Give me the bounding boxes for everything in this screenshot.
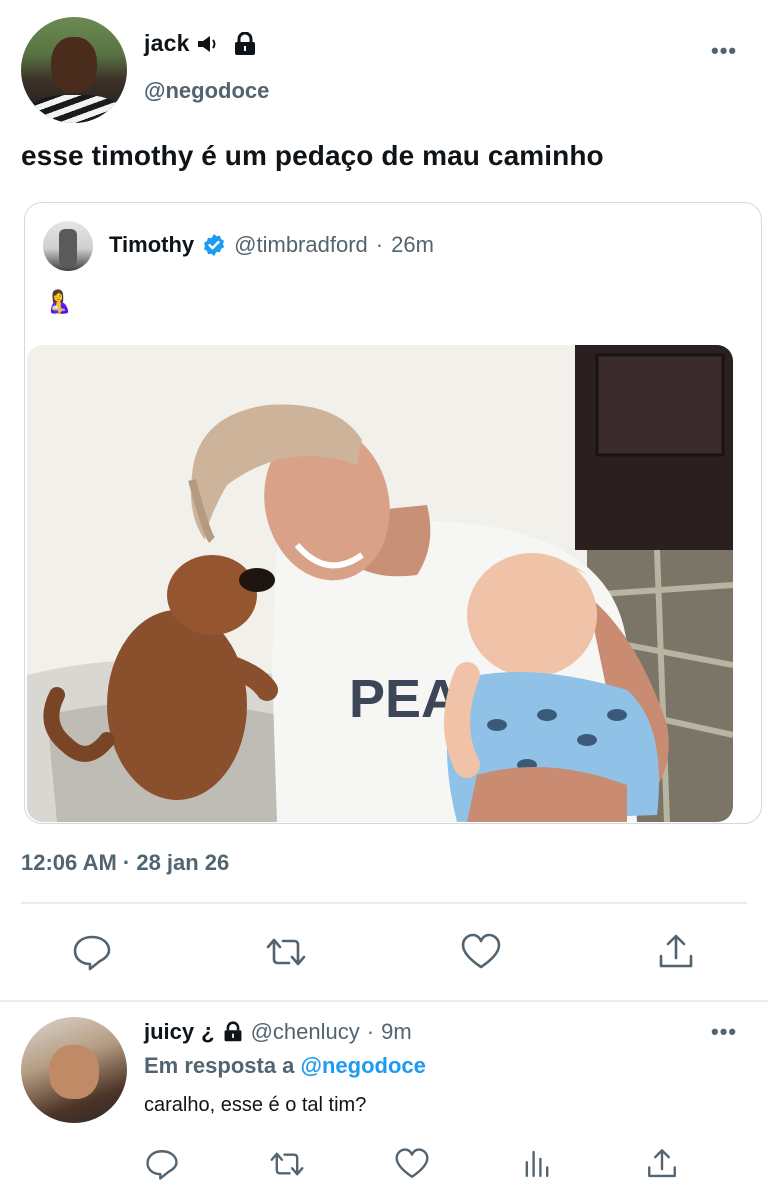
author-handle[interactable]: @negodoce xyxy=(144,78,269,104)
like-icon[interactable] xyxy=(461,932,501,972)
author-display-name[interactable]: jack xyxy=(144,30,190,57)
reply-handle[interactable]: @chenlucy xyxy=(251,1019,360,1045)
share-icon[interactable] xyxy=(645,1147,679,1181)
more-options-icon[interactable]: ••• xyxy=(711,1019,737,1045)
quoted-age: 26m xyxy=(391,232,434,257)
in-reply-to: Em resposta a @negodoce xyxy=(144,1053,426,1079)
reply-age: 9m xyxy=(381,1019,412,1044)
reply-display-name[interactable]: juicy xyxy=(144,1019,194,1045)
tweet-timestamp[interactable]: 12:06 AM · 28 jan 26 xyxy=(21,850,229,876)
lock-icon xyxy=(224,1021,242,1042)
author-avatar[interactable] xyxy=(21,17,127,123)
quoted-display-name[interactable]: Timothy xyxy=(109,232,194,258)
verified-badge-icon xyxy=(204,234,225,256)
reply-author-avatar[interactable] xyxy=(21,1017,127,1123)
reply-section-divider xyxy=(0,1000,768,1002)
speaker-icon xyxy=(197,35,216,52)
tweet-detail-page: jack @negodoce ••• esse timothy é um ped… xyxy=(0,0,768,1199)
tweet-text: esse timothy é um pedaço de mau caminho xyxy=(21,140,604,171)
author-name-row[interactable]: jack xyxy=(144,30,258,57)
meta-separator: · xyxy=(366,1019,375,1044)
lock-icon xyxy=(234,31,255,55)
quoted-tweet-text: 🤱 xyxy=(45,289,73,314)
retweet-icon[interactable] xyxy=(270,1147,304,1181)
quoted-author-avatar[interactable] xyxy=(43,221,93,271)
analytics-icon[interactable] xyxy=(520,1147,554,1181)
in-reply-prefix: Em resposta a xyxy=(144,1053,295,1078)
svg-text:PEA: PEA xyxy=(349,669,460,729)
reply-text: caralho, esse é o tal tim? xyxy=(144,1094,367,1116)
quoted-handle[interactable]: @timbradford xyxy=(234,232,368,258)
retweet-icon[interactable] xyxy=(266,932,306,972)
share-icon[interactable] xyxy=(656,932,696,972)
quoted-photo[interactable]: PEA xyxy=(27,345,733,822)
like-icon[interactable] xyxy=(395,1147,429,1181)
quoted-author-row: Timothy @timbradford · 26m xyxy=(109,232,434,258)
more-options-icon[interactable]: ••• xyxy=(711,38,737,64)
actions-top-divider xyxy=(21,902,747,904)
reply-author-row: juicy ¿ @chenlucy · 9m xyxy=(144,1019,412,1045)
reply-icon[interactable] xyxy=(145,1147,179,1181)
in-reply-mention[interactable]: @negodoce xyxy=(301,1053,426,1078)
reply-icon[interactable] xyxy=(72,932,112,972)
meta-separator: · xyxy=(375,232,384,257)
quoted-tweet-card[interactable]: Timothy @timbradford · 26m 🤱 PEA xyxy=(24,202,762,824)
reply-name-suffix: ¿ xyxy=(201,1019,215,1044)
